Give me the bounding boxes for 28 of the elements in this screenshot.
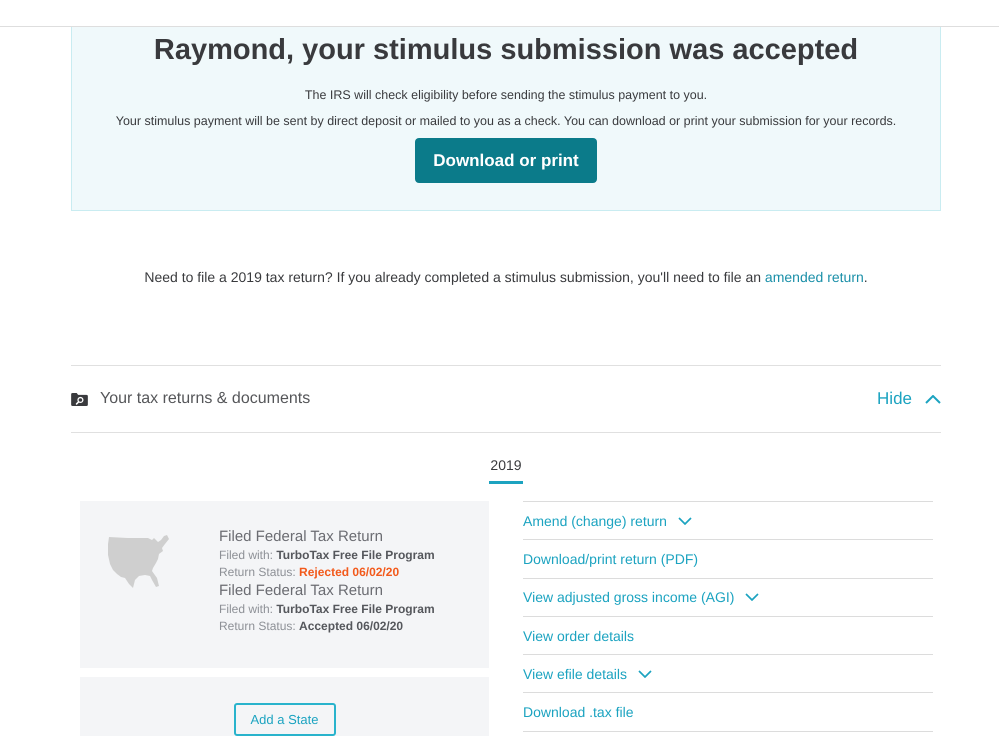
hide-toggle[interactable]: Hide [877,389,941,409]
return-title: Filed Federal Tax Return [219,581,384,601]
return-status-text: Return Status: Accepted 06/02/20 [219,618,404,635]
download-print-button[interactable]: Download or print [415,138,597,183]
return-status-text: Return Status: Rejected 06/02/20 [219,564,400,581]
section-title: Your tax returns & documents [100,390,310,408]
add-state-button[interactable]: Add a State [234,703,336,736]
return-title: Filed Federal Tax Return [219,527,384,547]
action-dropdown-link[interactable]: View efile details [523,664,652,683]
us-map-icon [108,535,172,588]
filed-with-text: Filed with: TurboTax Free File Program [219,547,435,564]
action-link[interactable]: Download/print return (PDF) [523,550,698,568]
action-dropdown-link[interactable]: Amend (change) return [523,512,692,530]
amended-return-link[interactable]: amended return [764,269,864,285]
banner-title: Raymond, your stimulus submission was accepted [154,33,858,67]
action-link[interactable]: Download .tax file [523,703,634,722]
action-link[interactable]: View order details [523,626,634,645]
chevron-up-icon [925,394,941,404]
filed-with-text: Filed with: TurboTax Free File Program [219,601,435,618]
banner-text: Your stimulus payment will be sent by direct deposit or mailed to you as a check. You can download or print your submission for your records. [116,113,896,130]
folder-search-icon [71,392,88,406]
chevron-down-icon [745,593,760,602]
action-dropdown-link[interactable]: View adjusted gross income (AGI) [523,588,760,606]
banner-text: The IRS will check eligibility before sending the stimulus payment to you. [304,87,708,104]
year-tab[interactable]: 2019 [489,456,523,484]
chevron-down-icon [638,670,652,678]
chevron-down-icon [678,516,692,525]
notice-text: Need to file a 2019 tax return? If you already completed a stimulus submission, you'll need to file an amended return. [144,268,868,287]
